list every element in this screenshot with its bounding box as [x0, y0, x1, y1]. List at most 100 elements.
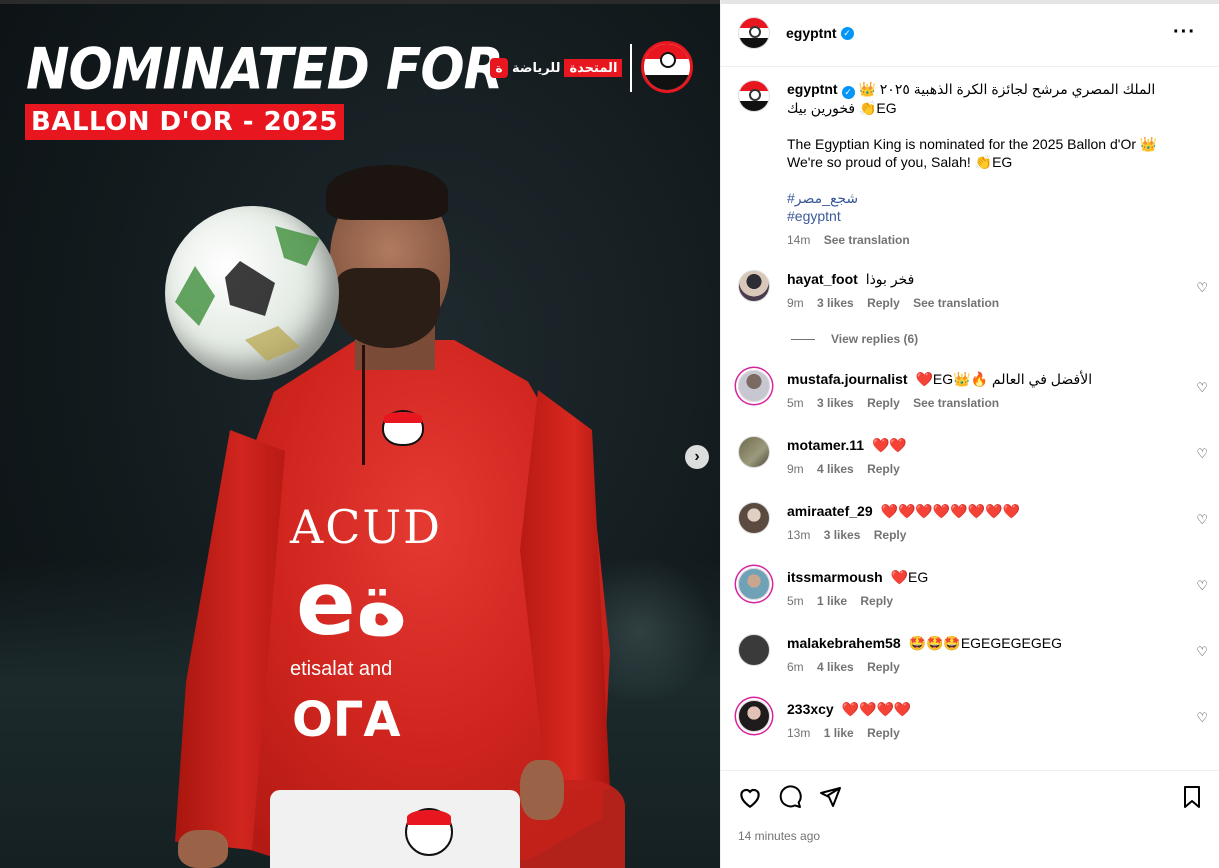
see-translation-link[interactable]: See translation: [913, 396, 999, 410]
hashtag-link[interactable]: #شجع_مصر: [787, 189, 1187, 207]
post-media[interactable]: NOMINATED FOR BALLON D'OR - 2025 ة للريا…: [0, 0, 720, 868]
chest-badge-icon: [382, 410, 424, 446]
comment-username[interactable]: itssmarmoush: [787, 569, 883, 585]
avatar[interactable]: [738, 436, 770, 468]
player-beard: [336, 268, 440, 348]
avatar[interactable]: [738, 370, 770, 402]
comment-item: mustafa.journalist ❤️EG👑🔥 الأفضل في العا…: [738, 370, 1208, 410]
comment-time: 5m: [787, 396, 804, 410]
comment-username[interactable]: amiraatef_29: [787, 503, 873, 519]
comments-scroll[interactable]: egyptnt ✓ الملك المصري مرشح لجائزة الكرة …: [721, 66, 1219, 770]
reply-button[interactable]: Reply: [874, 528, 907, 542]
heart-outline-icon[interactable]: ♡: [1196, 446, 1208, 462]
heart-outline-icon[interactable]: ♡: [1196, 380, 1208, 396]
avatar[interactable]: [738, 502, 770, 534]
comment-likes[interactable]: 3 likes: [817, 396, 854, 410]
player-hair: [326, 165, 448, 220]
avatar[interactable]: [738, 568, 770, 600]
avatar[interactable]: [738, 270, 770, 302]
sponsor-etisalat: etisalat and: [290, 658, 393, 680]
comment-text: فخر بوذا: [865, 271, 915, 287]
comment-text: ❤️❤️❤️❤️❤️❤️❤️❤️: [880, 503, 1020, 519]
post-caption: egyptnt ✓ الملك المصري مرشح لجائزة الكرة …: [738, 80, 1208, 249]
reply-button[interactable]: Reply: [867, 296, 900, 310]
see-translation-link[interactable]: See translation: [913, 296, 999, 310]
comment-username[interactable]: motamer.11: [787, 437, 864, 453]
comment-time: 9m: [787, 462, 804, 476]
send-icon[interactable]: [817, 785, 843, 815]
heart-outline-icon[interactable]: [737, 785, 763, 815]
reply-button[interactable]: Reply: [867, 660, 900, 674]
comment-text: ❤️EG👑🔥 الأفضل في العالم: [915, 371, 1093, 387]
comment-likes[interactable]: 1 like: [817, 594, 847, 608]
shorts-badge-icon: [405, 808, 453, 856]
comment-item: malakebrahem58 🤩🤩🤩EGEGEGEGEG 6m 4 likes …: [738, 634, 1208, 674]
avatar[interactable]: [738, 700, 770, 732]
comment-time: 9m: [787, 296, 804, 310]
efa-logo: [641, 41, 693, 93]
reply-button[interactable]: Reply: [860, 594, 893, 608]
heart-outline-icon[interactable]: ♡: [1196, 280, 1208, 296]
avatar[interactable]: [738, 80, 770, 112]
logo-divider: [630, 44, 632, 92]
heart-outline-icon[interactable]: ♡: [1196, 710, 1208, 726]
media-top-strip: [0, 0, 720, 4]
reply-button[interactable]: Reply: [867, 726, 900, 740]
comment-item: 233xcy ❤️❤️❤️❤️ 13m 1 like Reply ♡: [738, 700, 1208, 740]
reply-button[interactable]: Reply: [867, 462, 900, 476]
comment-bubble-icon[interactable]: [777, 785, 803, 815]
player-left-hand: [178, 830, 228, 868]
player-right-hand: [520, 760, 564, 820]
header-username[interactable]: egyptnt: [786, 25, 837, 41]
hashtag-link[interactable]: #egyptnt: [787, 207, 1187, 225]
avatar[interactable]: [738, 17, 770, 49]
comment-likes[interactable]: 3 likes: [817, 296, 854, 310]
headline-text: NOMINATED FOR: [26, 37, 504, 103]
comment-username[interactable]: mustafa.journalist: [787, 371, 908, 387]
mutahida-sub: للرياضة: [512, 60, 561, 75]
comment-item: hayat_foot فخر بوذا 9m 3 likes Reply See…: [738, 270, 1208, 310]
comment-text: ❤️EG: [890, 569, 929, 585]
heart-outline-icon[interactable]: ♡: [1196, 644, 1208, 660]
comment-likes[interactable]: 4 likes: [817, 660, 854, 674]
comment-item: itssmarmoush ❤️EG 5m 1 like Reply ♡: [738, 568, 1208, 608]
caption-time: 14m: [787, 232, 811, 247]
mutahida-logo: ة للرياضة المتحدة: [490, 58, 623, 78]
comment-likes[interactable]: 4 likes: [817, 462, 854, 476]
player-shorts: [270, 790, 520, 868]
see-translation-link[interactable]: See translation: [824, 233, 910, 247]
heart-outline-icon[interactable]: ♡: [1196, 578, 1208, 594]
replies-dash: [791, 338, 815, 340]
caption-arabic: الملك المصري مرشح لجائزة الكرة الذهبية ٢…: [787, 81, 1156, 116]
bookmark-icon[interactable]: [1181, 785, 1203, 815]
ballon-dor-banner: BALLON D'OR - 2025: [25, 104, 344, 140]
comment-username[interactable]: malakebrahem58: [787, 635, 901, 651]
heart-outline-icon[interactable]: ♡: [1196, 512, 1208, 528]
view-replies-button[interactable]: View replies (6): [791, 332, 918, 346]
avatar[interactable]: [738, 634, 770, 666]
comment-item: motamer.11 ❤️❤️ 9m 4 likes Reply ♡: [738, 436, 1208, 476]
jersey-zipper: [362, 345, 365, 465]
mutahida-tag: المتحدة: [564, 59, 623, 77]
comment-username[interactable]: 233xcy: [787, 701, 834, 717]
caption-english-2: We're so proud of you, Salah! 👏EG: [787, 153, 1013, 170]
post-actions-bar: 14 minutes ago: [721, 770, 1219, 868]
football-ball: [165, 206, 339, 380]
post-time-ago: 14 minutes ago: [738, 829, 821, 843]
comment-item: amiraatef_29 ❤️❤️❤️❤️❤️❤️❤️❤️ 13m 3 like…: [738, 502, 1208, 542]
comment-likes[interactable]: 1 like: [824, 726, 854, 740]
more-horizontal-icon[interactable]: ···: [1173, 21, 1196, 44]
post-sidebar: egyptnt ✓ ··· egyptnt ✓ الملك المصري مرشح…: [720, 0, 1219, 868]
verified-badge-icon: ✓: [841, 85, 855, 99]
view-replies-label: View replies (6): [831, 332, 919, 346]
chevron-right-icon[interactable]: ›: [685, 445, 709, 469]
verified-badge-icon: ✓: [840, 26, 854, 40]
caption-username[interactable]: egyptnt: [787, 81, 838, 97]
comment-time: 5m: [787, 594, 804, 608]
reply-button[interactable]: Reply: [867, 396, 900, 410]
comment-text: 🤩🤩🤩EGEGEGEGEG: [908, 635, 1062, 651]
comment-username[interactable]: hayat_foot: [787, 271, 858, 287]
comment-time: 13m: [787, 726, 811, 740]
sidebar-top-strip: [721, 0, 1219, 4]
comment-likes[interactable]: 3 likes: [824, 528, 861, 542]
